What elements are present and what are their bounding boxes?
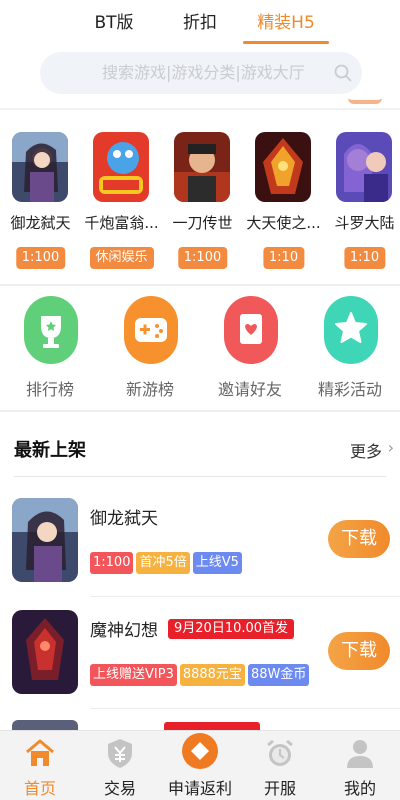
tab-discount[interactable]: 折扣 — [161, 0, 239, 46]
hot-game-item[interactable]: 一刀传世 1:100 — [162, 132, 243, 282]
quick-entry-invite[interactable]: 邀请好友 — [205, 296, 295, 406]
game-badge: 1:100 — [15, 247, 66, 269]
header-divider — [0, 108, 400, 110]
row-divider — [90, 708, 400, 709]
game-icon — [12, 132, 68, 202]
newest-header: 最新上架 更多 › — [14, 428, 394, 468]
game-badge: 休闲娱乐 — [89, 247, 154, 269]
game-name: 一刀传世 — [172, 214, 233, 232]
game-icon — [93, 132, 149, 202]
nav-label: 交易 — [103, 779, 136, 798]
hot-game-item[interactable]: 千炮富翁... 休闲娱乐 — [81, 132, 162, 282]
nav-trade[interactable]: 交易 — [80, 731, 160, 800]
game-icon — [12, 498, 78, 582]
shield-yen-icon — [108, 739, 132, 768]
tag: 88W金币 — [247, 664, 310, 686]
tag: 1:100 — [90, 552, 134, 574]
top-tab-bar: BT版 折扣 精装H5 — [0, 0, 400, 46]
tag: 8888元宝 — [179, 664, 245, 686]
list-item[interactable]: 魔神幻想 9月20日10.00首发 上线赠送VIP3 8888元宝 88W金币 … — [0, 610, 400, 718]
section-more-cut — [348, 98, 382, 104]
tab-bt[interactable]: BT版 — [75, 0, 153, 46]
game-badge: 1:10 — [262, 247, 305, 269]
bottom-nav: 首页 交易 申请返利 开服 我的 — [0, 730, 400, 800]
game-icon — [336, 132, 392, 202]
hot-game-item[interactable]: 斗罗大陆 1:10 — [324, 132, 400, 282]
nav-mine[interactable]: 我的 — [320, 731, 400, 800]
game-icon — [174, 132, 230, 202]
list-item[interactable]: 御龙弑天 1:100 首冲5倍 上线V5 下载 — [0, 498, 400, 606]
nav-label: 首页 — [23, 779, 56, 798]
quick-entries: 排行榜 新游榜 邀请好友 精彩活动 — [0, 296, 400, 406]
game-icon — [12, 610, 78, 694]
nav-label: 我的 — [343, 779, 376, 798]
gamepad-icon — [124, 296, 178, 364]
quick-entry-label: 新游榜 — [125, 380, 174, 399]
search-placeholder: 搜索游戏|游戏分类|游戏大厅 — [102, 63, 305, 82]
card-icon — [224, 296, 278, 364]
tag: 上线赠送VIP3 — [90, 664, 177, 686]
download-button[interactable]: 下载 — [328, 632, 390, 670]
nav-label: 开服 — [263, 779, 296, 798]
hot-games-row: 御龙弑天 1:100 千炮富翁... 休闲娱乐 一刀传世 1:100 大天使之.… — [0, 132, 400, 282]
trophy-icon — [24, 296, 78, 364]
game-name: 御龙弑天 — [90, 509, 158, 529]
section-title: 最新上架 — [14, 440, 86, 461]
tag: 首冲5倍 — [136, 552, 190, 574]
hot-game-item[interactable]: 御龙弑天 1:100 — [0, 132, 81, 282]
more-link[interactable]: 更多 — [350, 438, 382, 462]
section-divider — [0, 284, 400, 286]
nav-home[interactable]: 首页 — [0, 731, 80, 800]
alarm-clock-icon — [267, 739, 293, 766]
game-name: 大天使之... — [246, 214, 321, 232]
game-icon — [255, 132, 311, 202]
quick-entry-label: 精彩活动 — [317, 380, 382, 399]
search-input[interactable]: 搜索游戏|游戏分类|游戏大厅 — [40, 52, 362, 94]
game-tags: 1:100 首冲5倍 上线V5 — [90, 552, 242, 574]
hot-game-item[interactable]: 大天使之... 1:10 — [243, 132, 324, 282]
row-divider — [90, 596, 400, 597]
user-icon — [347, 740, 373, 768]
section-divider — [0, 410, 400, 412]
star-icon — [324, 296, 378, 364]
tab-h5[interactable]: 精装H5 — [243, 0, 329, 46]
game-name: 魔神幻想 — [90, 621, 158, 641]
quick-entry-label: 排行榜 — [25, 380, 74, 399]
search-icon[interactable] — [334, 64, 352, 82]
nav-rebate[interactable]: 申请返利 — [160, 731, 240, 800]
rebate-icon — [182, 733, 218, 769]
game-title-row: 魔神幻想 9月20日10.00首发 — [90, 616, 295, 641]
game-name: 御龙弑天 — [10, 214, 71, 232]
release-date-tag: 9月20日10.00首发 — [168, 618, 295, 639]
chevron-right-icon[interactable]: › — [388, 438, 394, 457]
game-badge: 1:10 — [343, 247, 386, 269]
nav-server[interactable]: 开服 — [240, 731, 320, 800]
nav-label: 申请返利 — [167, 779, 232, 798]
download-button[interactable]: 下载 — [328, 520, 390, 558]
game-title-row: 御龙弑天 — [90, 504, 158, 529]
tag: 上线V5 — [192, 552, 242, 574]
game-badge: 1:100 — [177, 247, 228, 269]
quick-entry-label: 邀请好友 — [217, 380, 282, 399]
game-name: 千炮富翁... — [84, 214, 159, 232]
newest-divider — [14, 476, 386, 477]
quick-entry-ranking[interactable]: 排行榜 — [5, 296, 95, 406]
home-icon — [26, 739, 54, 766]
quick-entry-activities[interactable]: 精彩活动 — [305, 296, 395, 406]
game-name: 斗罗大陆 — [334, 214, 395, 232]
partial-game-icon — [12, 720, 78, 730]
quick-entry-new-games[interactable]: 新游榜 — [105, 296, 195, 406]
game-tags: 上线赠送VIP3 8888元宝 88W金币 — [90, 664, 310, 686]
